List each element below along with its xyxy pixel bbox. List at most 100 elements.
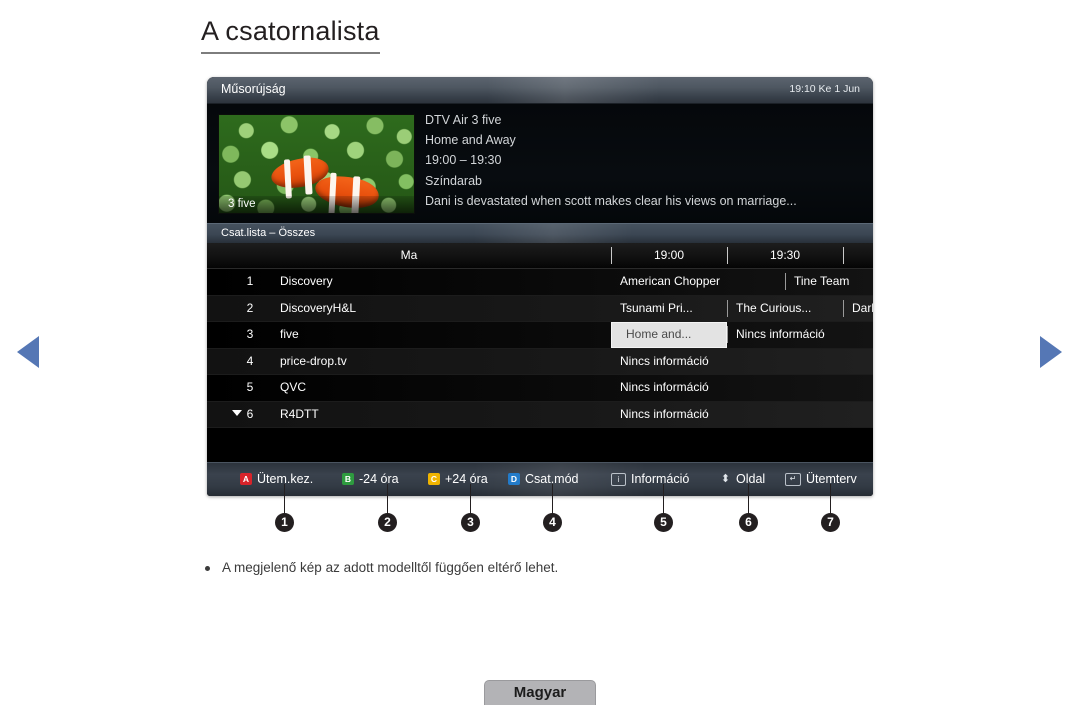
callout-marker: 5 [654,513,673,532]
table-row[interactable]: 5 QVC Nincs információ [207,375,873,402]
channel-name: QVC [280,380,307,394]
callout-marker: 4 [543,513,562,532]
channel-list-bar: Csat.lista – Összes [207,223,873,243]
callout-marker: 2 [378,513,397,532]
osd-title: Műsorújság [221,82,286,96]
channel-name: DiscoveryH&L [280,300,357,315]
toolbar-item[interactable]: i Információ [611,472,689,486]
table-row[interactable]: 3 five Home and... Nincs információ [207,322,873,349]
epg-time-label: 19:00 [653,248,685,262]
callout-leader-line [552,484,553,514]
toolbar-item[interactable]: ⬍ Oldal [720,472,765,486]
callout-leader-line [748,484,749,514]
enter-key-icon: ↵ [785,472,801,486]
program-cell-label: Home and... [626,327,692,341]
program-preview: 3 five DTV Air 3 five Home and Away 19:0… [207,104,873,223]
epg-grid: Ma 19:0019:3020:0020:30 1DiscoveryAmeric… [207,243,873,428]
toolbar-item-label: -24 óra [359,472,399,486]
callout-leader-line [387,484,388,514]
callout-marker: 6 [739,513,758,532]
key-a-red-icon: A [240,473,252,485]
callout-leader-line [830,484,831,514]
table-row[interactable]: 6 R4DTT Nincs információ [207,401,873,428]
toolbar-item[interactable]: A Ütem.kez. [240,472,313,486]
program-description: Dani is devastated when scott makes clea… [425,193,797,208]
program-time: 19:00 – 19:30 [425,153,502,168]
osd-toolbar: A Ütem.kez. B -24 óra C +24 óra D Csat.mód i Info… [207,462,873,496]
key-b-green-icon: B [342,473,354,485]
language-button[interactable]: Magyar [484,680,596,705]
program-cell-label: Dark Angel [852,300,873,315]
callout-leader-line [663,484,664,514]
program-cell[interactable]: Tsunami Pri... [611,296,727,322]
program-channel: DTV Air 3 five [425,113,502,127]
toolbar-item-label: Oldal [736,472,766,486]
triangle-left-icon[interactable] [17,336,39,368]
table-row[interactable]: 2 DiscoveryH&L Tsunami Pri... The Curious..… [207,295,873,322]
footnote: A megjelenő kép az adott modelltől függő… [205,559,558,578]
program-cell-label: Nincs információ [620,353,709,368]
callout-leader-line [284,484,285,514]
channel-number: 4 [246,353,254,368]
program-cell-label: Nincs információ [620,406,709,421]
footnote-text: A megjelenő kép az adott modelltől függő… [222,560,559,575]
channel-number: 2 [246,300,254,315]
channel-name: five [280,327,299,341]
toolbar-item-label: Információ [631,472,690,486]
callout-marker: 1 [275,513,294,532]
program-cell[interactable]: The Curious... [727,296,843,322]
callout-leader-line [470,484,471,514]
program-title: Home and Away [425,133,516,148]
epg-time-label: 19:30 [769,248,801,262]
program-cell[interactable]: Nincs információ [611,402,873,428]
channel-number: 6 [246,406,254,421]
key-c-yellow-icon: C [428,473,440,485]
program-genre: Színdarab [425,173,482,188]
program-cell[interactable]: Nincs információ [611,349,873,375]
epg-time-header: Ma 19:0019:3020:0020:30 [207,243,873,269]
triangle-right-icon[interactable] [1040,336,1062,368]
program-cell[interactable]: Tine Team [785,269,873,295]
toolbar-item[interactable]: B -24 óra [342,472,399,486]
channel-name: price-drop.tv [280,353,347,368]
thumbnail-channel-label: 3 five [219,196,414,213]
page-title: A csatornalista [201,16,380,55]
channel-number: 5 [246,380,254,394]
program-cell[interactable]: Dark Angel [843,296,873,322]
program-cell[interactable]: Nincs információ [727,322,873,348]
preview-thumbnail: 3 five [218,114,415,214]
epg-time-label: 20:00 [843,248,873,262]
osd-title-bar: Műsorújság 19:10 Ke 1 Jun [207,77,873,104]
program-cell-label: Nincs információ [736,327,825,341]
program-cell[interactable]: Nincs információ [611,375,873,401]
program-cell[interactable]: American Chopper [611,269,785,295]
up-down-arrows-icon: ⬍ [720,473,731,485]
epg-day-label: Ma [400,248,418,262]
program-cell-selected[interactable]: Home and... [611,322,727,348]
program-cell-label: Nincs információ [620,380,709,394]
osd-clock: 19:10 Ke 1 Jun [789,83,860,95]
callout-marker: 3 [461,513,480,532]
table-row[interactable]: 4 price-drop.tv Nincs információ [207,348,873,375]
program-cell-label: Tsunami Pri... [620,300,693,315]
channel-number: 3 [246,327,254,341]
toolbar-item[interactable]: ↵ Ütemterv [785,472,857,486]
channel-name: Discovery [280,274,333,288]
info-box-icon: i [611,472,626,486]
channel-list-label: Csat.lista – Összes [221,227,316,239]
program-cell-label: Tine Team [794,274,850,288]
channel-name: R4DTT [280,406,319,421]
program-cell-label: American Chopper [620,274,721,288]
channel-number: 1 [246,274,254,288]
key-d-blue-icon: D [508,473,520,485]
callout-marker: 7 [821,513,840,532]
toolbar-item-label: Ütem.kez. [257,472,314,486]
bullet-icon [205,566,210,571]
tv-osd-panel: Műsorújság 19:10 Ke 1 Jun 3 five DTV Air… [207,77,873,496]
toolbar-item[interactable]: C +24 óra [428,472,488,486]
toolbar-item[interactable]: D Csat.mód [508,472,579,486]
toolbar-item-label: Ütemterv [806,472,857,486]
table-row[interactable]: 1 Discovery American Chopper Tine Team [207,269,873,296]
toolbar-item-label: +24 óra [445,472,488,486]
program-details: DTV Air 3 five Home and Away 19:00 – 19:… [425,110,863,211]
